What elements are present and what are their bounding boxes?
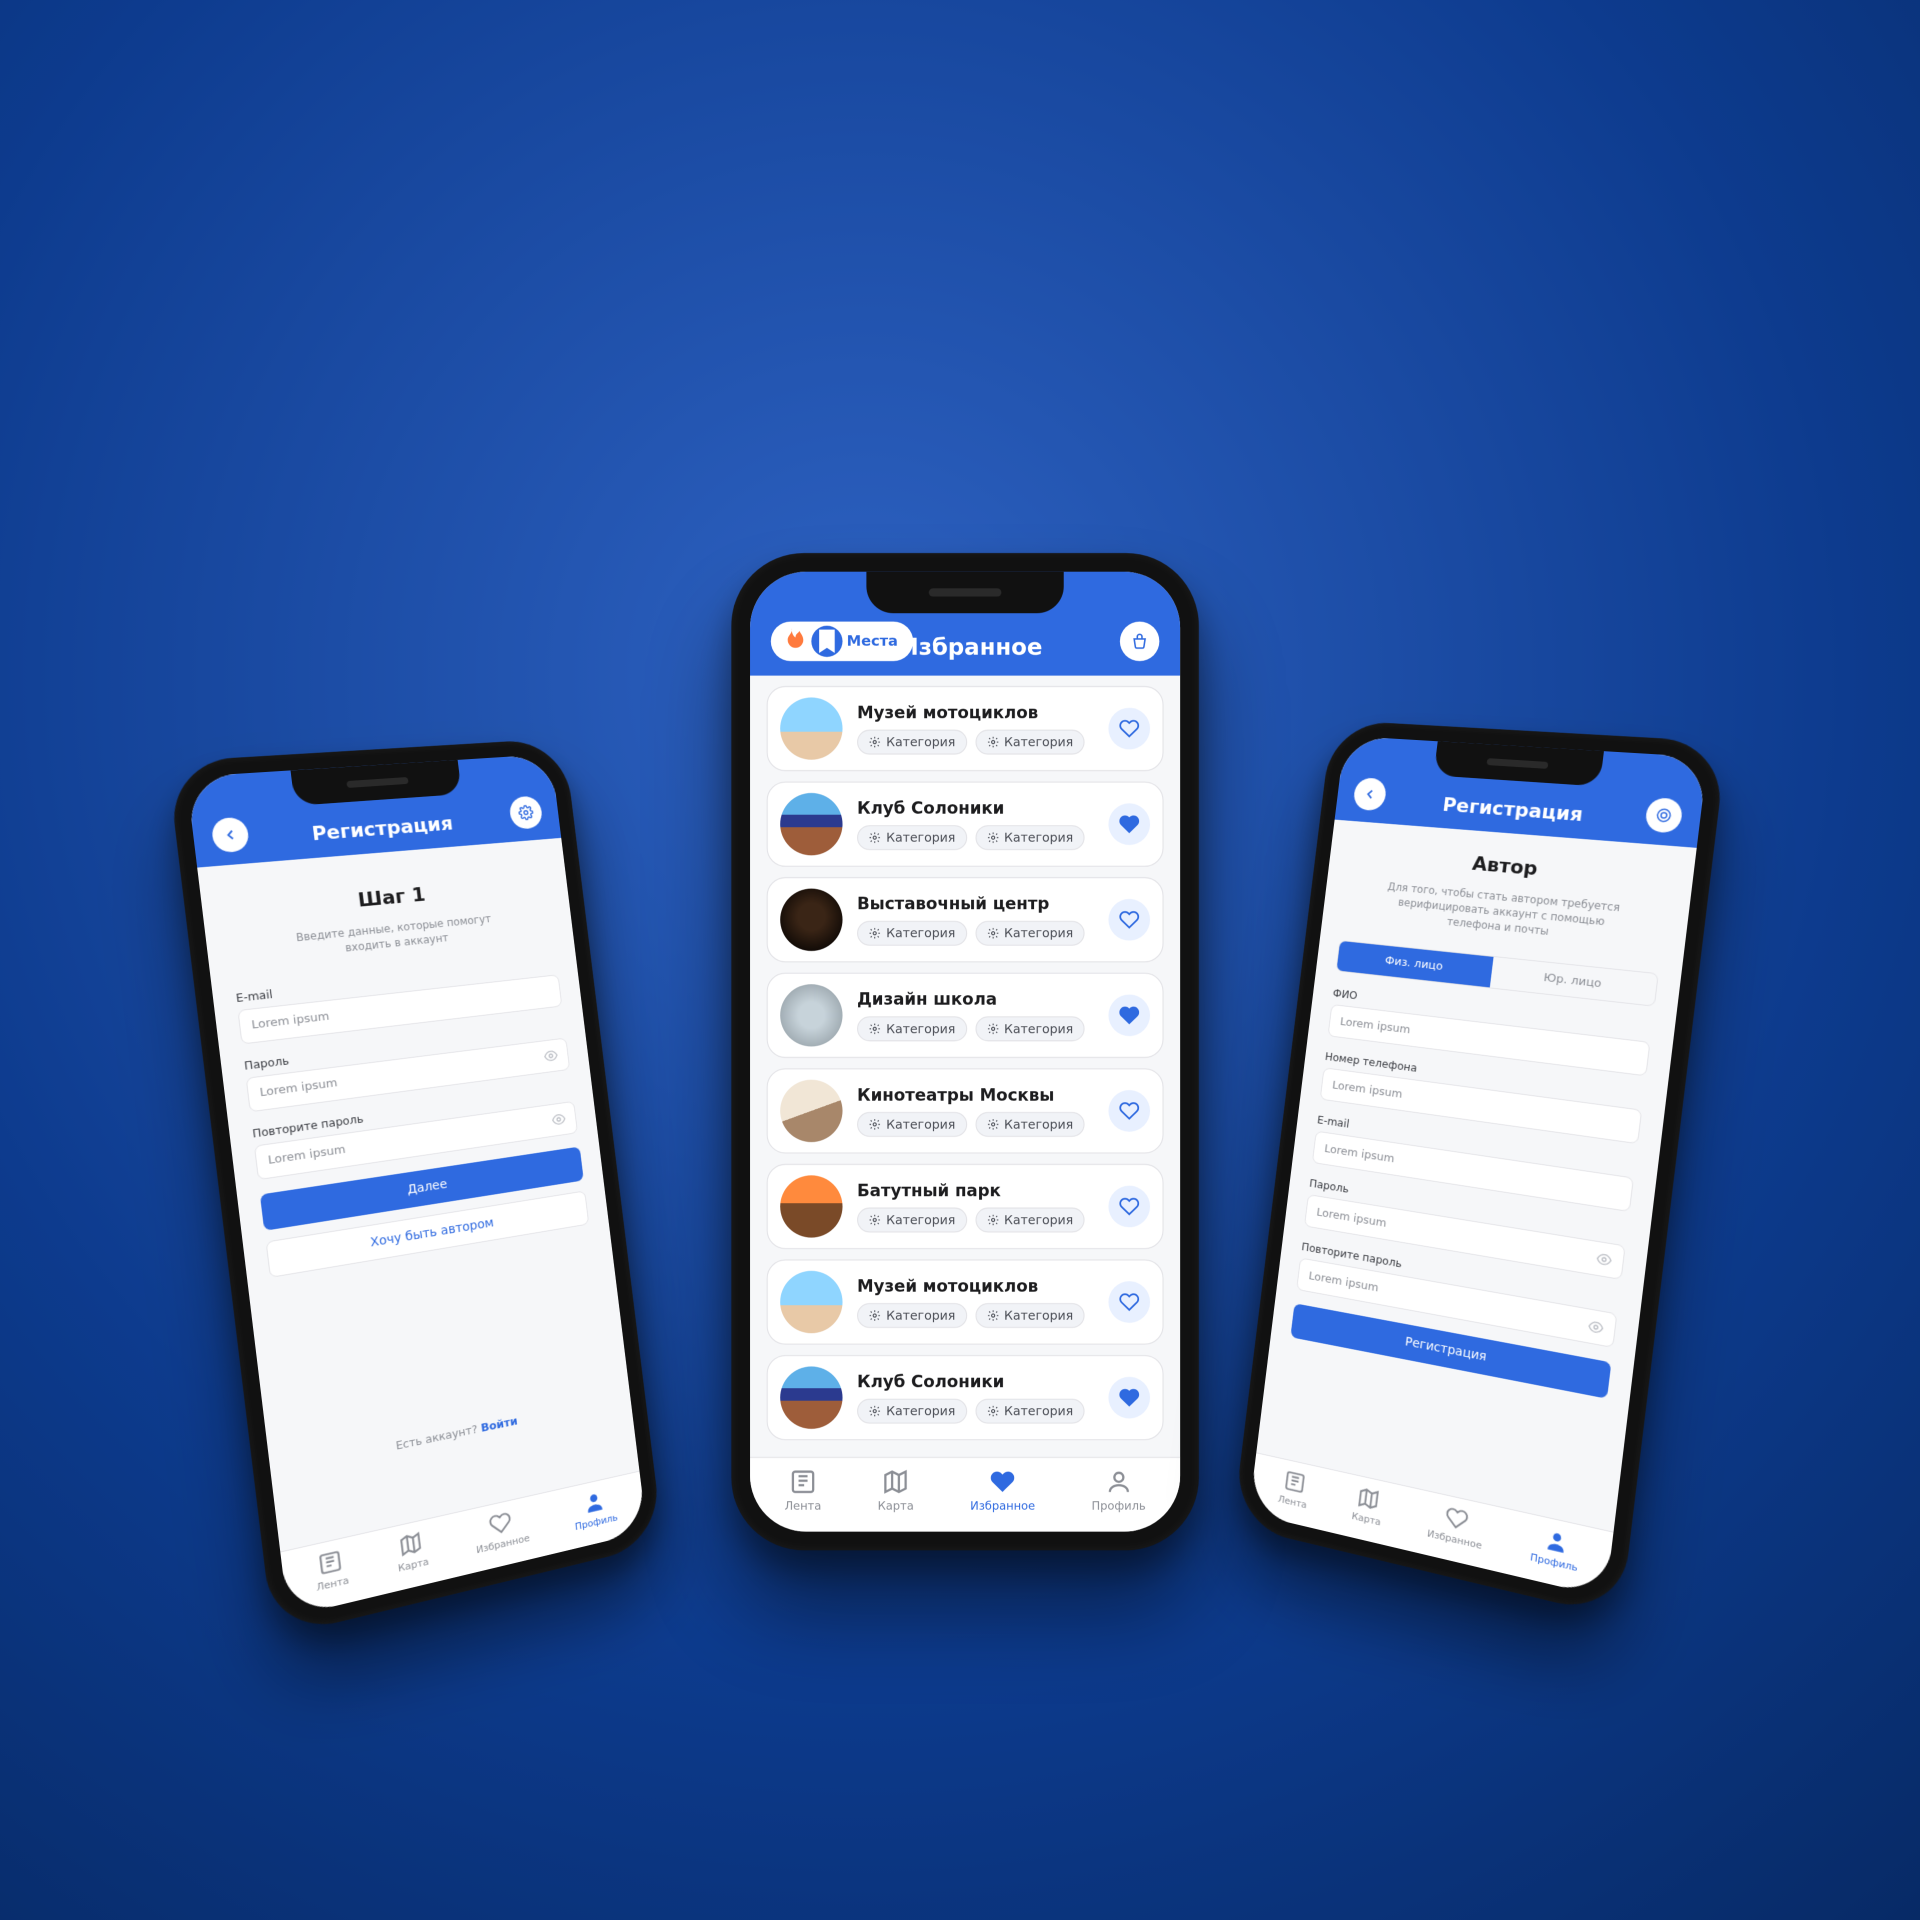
nav-map[interactable]: Карта [394, 1529, 429, 1574]
cart-button[interactable] [1120, 622, 1159, 661]
category-chip[interactable]: Категория [975, 1399, 1085, 1424]
eye-icon[interactable] [543, 1048, 558, 1063]
login-link[interactable]: Войти [480, 1414, 518, 1435]
place-avatar [780, 697, 842, 759]
favorite-toggle[interactable] [1108, 995, 1150, 1037]
category-chip[interactable]: Категория [857, 1303, 967, 1328]
settings-button[interactable] [508, 795, 543, 829]
category-chip[interactable]: Категория [975, 1112, 1085, 1137]
author-subtitle: Для того, чтобы стать автором требуется … [1382, 879, 1623, 945]
nav-favorites[interactable]: Избранное [1427, 1501, 1486, 1551]
category-chip[interactable]: Категория [857, 1112, 967, 1137]
become-author-button[interactable]: Хочу быть автором [266, 1190, 590, 1277]
nav-map[interactable]: Карта [1351, 1484, 1385, 1528]
place-avatar [780, 984, 842, 1046]
place-title: Кинотеатры Москвы [857, 1085, 1094, 1105]
favorite-toggle[interactable] [1108, 1186, 1150, 1228]
category-chip[interactable]: Категория [975, 1208, 1085, 1233]
category-chip[interactable]: Категория [857, 1399, 967, 1424]
category-chip[interactable]: Категория [857, 1016, 967, 1041]
favorite-toggle[interactable] [1108, 708, 1150, 750]
bottom-nav: Лента Карта Избранное Профиль [750, 1457, 1180, 1532]
place-title: Выставочный центр [857, 894, 1094, 914]
place-title: Музей мотоциклов [857, 1276, 1094, 1296]
place-title: Клуб Солоники [857, 798, 1094, 818]
favorite-item[interactable]: Клуб Солоники Категория Категория [767, 1355, 1164, 1440]
favorite-item[interactable]: Кинотеатры Москвы Категория Категория [767, 1068, 1164, 1153]
phone-notch [866, 572, 1063, 614]
category-chip[interactable]: Категория [975, 1303, 1085, 1328]
appbar-title: Регистрация [1394, 791, 1636, 830]
phone-mockup-favorites: Места Избранное Музей мотоцикловКатегори… [731, 553, 1198, 1550]
place-avatar [780, 1080, 842, 1142]
favorites-list: Музей мотоцикловКатегорияКатегорияКлуб С… [750, 676, 1180, 1451]
fire-icon [776, 626, 807, 657]
segment-hot[interactable] [776, 626, 807, 657]
appbar-title: Избранное [835, 635, 1108, 661]
favorite-item[interactable]: Выставочный центр Категория Категория [767, 877, 1164, 962]
nav-profile[interactable]: Профиль [1530, 1524, 1582, 1574]
help-button[interactable] [1644, 797, 1684, 834]
category-chip[interactable]: Категория [975, 825, 1085, 850]
favorite-toggle[interactable] [1108, 1377, 1150, 1419]
category-chip[interactable]: Категория [975, 1016, 1085, 1041]
step-subtitle: Введите данные, которые помогут входить … [273, 910, 513, 963]
place-avatar [780, 793, 842, 855]
category-chip[interactable]: Категория [857, 921, 967, 946]
nav-favorites[interactable]: Избранное [970, 1468, 1035, 1513]
bottom-nav: Лента Карта Избранное Профиль [280, 1471, 647, 1618]
phone-mockup-registration-step1: Регистрация Шаг 1 Введите данные, которы… [167, 738, 663, 1638]
place-title: Дизайн школа [857, 989, 1094, 1009]
place-avatar [780, 1271, 842, 1333]
place-avatar [780, 1366, 842, 1428]
back-button[interactable] [1352, 777, 1387, 811]
category-chip[interactable]: Категория [975, 730, 1085, 755]
favorite-toggle[interactable] [1108, 1090, 1150, 1132]
nav-profile[interactable]: Профиль [571, 1486, 618, 1533]
nav-feed[interactable]: Лента [312, 1547, 349, 1593]
nav-feed[interactable]: Лента [1277, 1468, 1310, 1511]
nav-map[interactable]: Карта [878, 1468, 914, 1513]
favorite-toggle[interactable] [1108, 803, 1150, 845]
nav-favorites[interactable]: Избранное [472, 1506, 530, 1556]
favorite-toggle[interactable] [1108, 899, 1150, 941]
basket-icon [1130, 632, 1149, 651]
phone-mockup-author-registration: Регистрация Автор Для того, чтобы стать … [1233, 720, 1727, 1618]
favorite-item[interactable]: Клуб Солоники Категория Категория [767, 782, 1164, 867]
eye-icon[interactable] [1588, 1319, 1604, 1336]
eye-icon[interactable] [551, 1111, 566, 1126]
login-hint: Есть аккаунт? Войти [270, 1391, 631, 1479]
eye-icon[interactable] [1596, 1251, 1613, 1268]
category-chip[interactable]: Категория [857, 730, 967, 755]
place-avatar [780, 889, 842, 951]
category-chip[interactable]: Категория [857, 1208, 967, 1233]
favorite-item[interactable]: Дизайн школа Категория Категория [767, 973, 1164, 1058]
category-chip[interactable]: Категория [975, 921, 1085, 946]
favorite-item[interactable]: Музей мотоциклов Категория Категория [767, 1259, 1164, 1344]
place-avatar [780, 1175, 842, 1237]
tab-individual[interactable]: Физ. лицо [1336, 941, 1493, 988]
nav-feed[interactable]: Лента [785, 1468, 822, 1513]
place-title: Клуб Солоники [857, 1372, 1094, 1392]
appbar-title: Регистрация [259, 809, 503, 849]
category-chip[interactable]: Категория [857, 825, 967, 850]
favorite-toggle[interactable] [1108, 1281, 1150, 1323]
place-title: Батутный парк [857, 1180, 1094, 1200]
tab-organization[interactable]: Юр. лицо [1490, 957, 1658, 1006]
place-title: Музей мотоциклов [857, 703, 1094, 723]
favorite-item[interactable]: Музей мотоциклов Категория Категория [767, 686, 1164, 771]
favorite-item[interactable]: Батутный парк Категория Категория [767, 1164, 1164, 1249]
nav-profile[interactable]: Профиль [1092, 1468, 1146, 1513]
back-button[interactable] [210, 817, 250, 854]
